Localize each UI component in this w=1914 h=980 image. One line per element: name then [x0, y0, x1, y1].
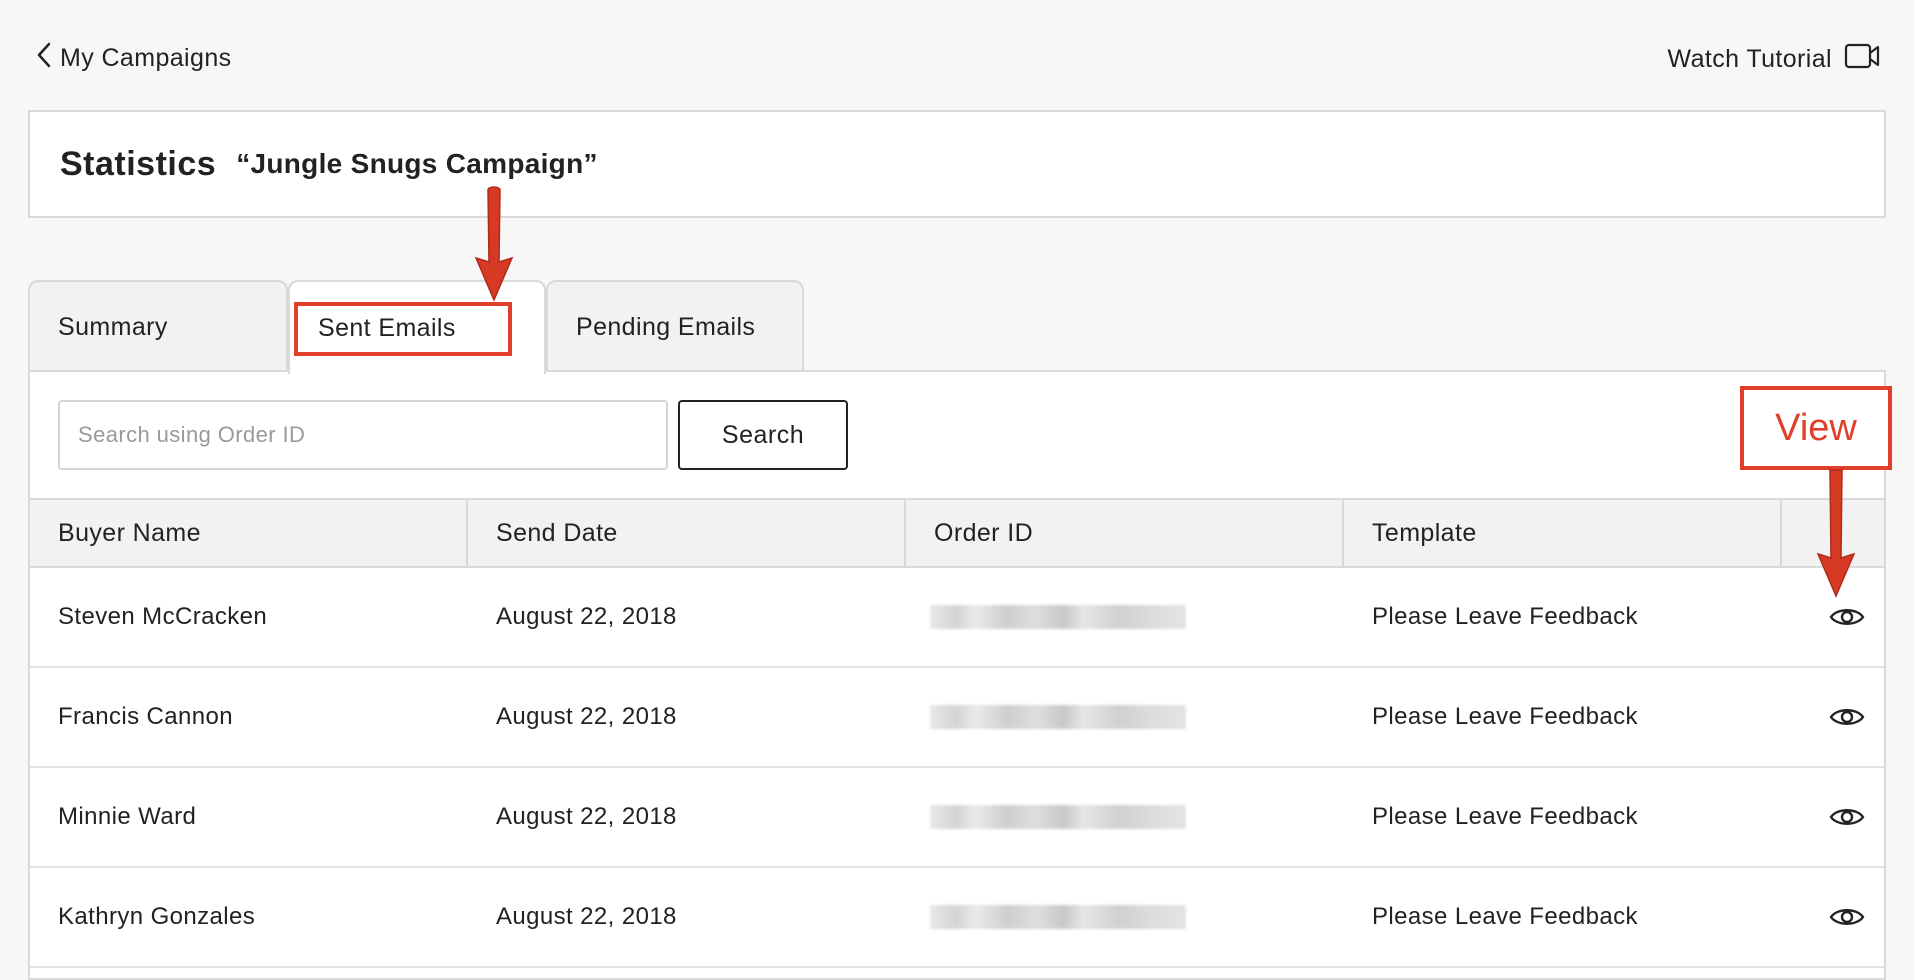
sent-emails-highlight-box [294, 302, 512, 356]
send-date: August 22, 2018 [496, 703, 677, 730]
view-email-button[interactable] [1782, 905, 1884, 929]
arrow-to-sent-emails-tab [474, 186, 514, 302]
chevron-left-icon [36, 42, 52, 75]
buyer-name: Steven McCracken [58, 603, 268, 630]
tab-pending-emails[interactable]: Pending Emails [546, 280, 804, 372]
column-header-send-date[interactable]: Send Date [468, 500, 906, 566]
buyer-name: Kathryn Gonzales [58, 903, 256, 930]
send-date: August 22, 2018 [496, 903, 677, 930]
view-email-button[interactable] [1782, 605, 1884, 629]
template-name: Please Leave Feedback [1372, 803, 1638, 830]
table-row: Steven McCracken August 22, 2018 Please … [30, 568, 1884, 668]
column-header-buyer-name[interactable]: Buyer Name [30, 500, 468, 566]
eye-icon [1829, 909, 1865, 925]
campaign-name: “Jungle Snugs Campaign” [236, 148, 598, 179]
table-header: Buyer Name Send Date Order ID Template [30, 498, 1884, 568]
order-id-redacted [906, 605, 1344, 629]
eye-icon [1829, 709, 1865, 725]
view-email-button[interactable] [1782, 805, 1884, 829]
video-camera-icon [1844, 42, 1880, 77]
tab-summary[interactable]: Summary [28, 280, 288, 372]
statistics-header: Statistics “Jungle Snugs Campaign” [28, 110, 1886, 218]
order-id-redacted [906, 805, 1344, 829]
order-id-redacted [906, 905, 1344, 929]
table-row: Francis Cannon August 22, 2018 Please Le… [30, 668, 1884, 768]
column-header-order-id[interactable]: Order ID [906, 500, 1344, 566]
page-title: Statistics [60, 144, 217, 183]
template-name: Please Leave Feedback [1372, 903, 1638, 930]
buyer-name: Minnie Ward [58, 803, 197, 830]
eye-icon [1829, 809, 1865, 825]
order-id-redacted [906, 705, 1344, 729]
top-bar: My Campaigns Watch Tutorial [0, 0, 1914, 110]
view-email-button[interactable] [1782, 705, 1884, 729]
back-link-label: My Campaigns [60, 44, 232, 72]
table-row: Kathryn Gonzales August 22, 2018 Please … [30, 868, 1884, 968]
send-date: August 22, 2018 [496, 803, 677, 830]
watch-tutorial-link[interactable]: Watch Tutorial [1668, 42, 1880, 77]
template-name: Please Leave Feedback [1372, 703, 1638, 730]
table-row: Minnie Ward August 22, 2018 Please Leave… [30, 768, 1884, 868]
column-header-template[interactable]: Template [1344, 500, 1782, 566]
send-date: August 22, 2018 [496, 603, 677, 630]
eye-icon [1829, 609, 1865, 625]
arrow-to-view-icon [1816, 469, 1856, 598]
search-button[interactable]: Search [678, 400, 848, 470]
template-name: Please Leave Feedback [1372, 603, 1638, 630]
back-to-campaigns-link[interactable]: My Campaigns [36, 42, 232, 75]
order-id-search-input[interactable] [58, 400, 668, 470]
view-annotation-label: View [1740, 386, 1892, 470]
watch-tutorial-label: Watch Tutorial [1667, 45, 1832, 73]
buyer-name: Francis Cannon [58, 703, 234, 730]
